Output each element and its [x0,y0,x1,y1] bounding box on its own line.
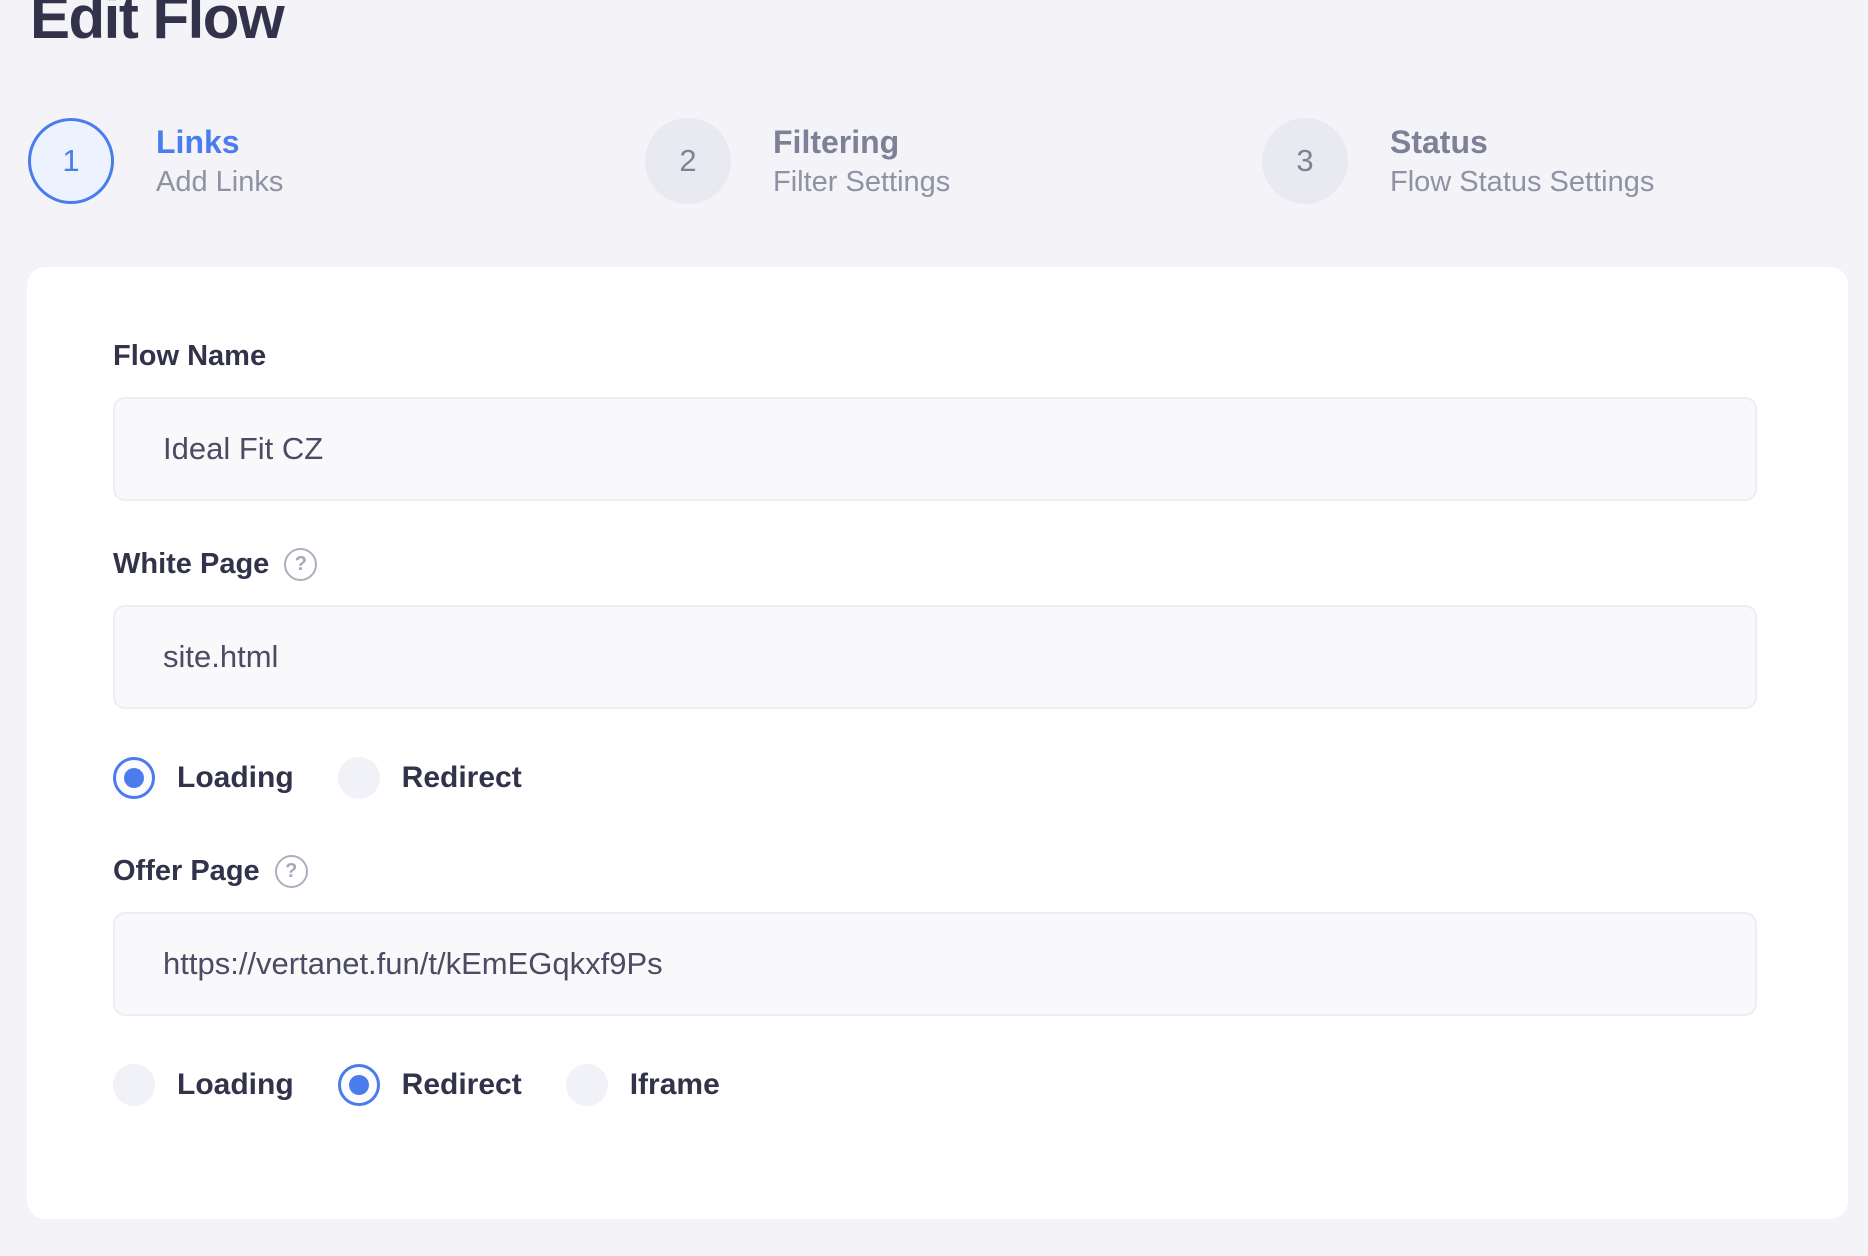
help-icon[interactable]: ? [284,548,317,581]
step-text: Status Flow Status Settings [1390,124,1654,199]
radio-option-redirect[interactable]: Redirect [338,757,522,799]
offer-page-label-row: Offer Page ? [113,854,1757,888]
edit-flow-page: Edit Flow 1 Links Add Links 2 Filtering … [0,0,1868,1256]
offer-page-mode-group: Loading Redirect Iframe [113,1064,1757,1106]
radio-option-redirect[interactable]: Redirect [338,1064,522,1106]
step-text: Filtering Filter Settings [773,124,950,199]
radio-label: Loading [177,1068,294,1102]
radio-dot [349,1075,369,1095]
white-page-mode-group: Loading Redirect [113,757,1757,799]
radio-circle-icon[interactable] [566,1064,608,1106]
step-subtitle: Filter Settings [773,166,950,199]
radio-circle-selected-icon[interactable] [338,1064,380,1106]
radio-dot [124,768,144,788]
radio-circle-icon[interactable] [113,1064,155,1106]
stepper: 1 Links Add Links 2 Filtering Filter Set… [28,118,1868,204]
radio-label: Redirect [402,761,522,795]
flow-name-input[interactable] [113,397,1757,501]
radio-circle-selected-icon[interactable] [113,757,155,799]
flow-form-card: Flow Name White Page ? Loading Redirect … [27,267,1848,1219]
step-number-badge: 2 [645,118,731,204]
page-title: Edit Flow [30,0,1868,48]
radio-circle-icon[interactable] [338,757,380,799]
step-links[interactable]: 1 Links Add Links [28,118,645,204]
radio-option-iframe[interactable]: Iframe [566,1064,720,1106]
flow-name-label: Flow Name [113,339,266,373]
help-icon[interactable]: ? [275,855,308,888]
step-text: Links Add Links [156,124,283,199]
radio-label: Iframe [630,1068,720,1102]
radio-option-loading[interactable]: Loading [113,757,294,799]
flow-name-label-row: Flow Name [113,339,1757,373]
radio-option-loading[interactable]: Loading [113,1064,294,1106]
radio-label: Loading [177,761,294,795]
step-title: Links [156,124,283,160]
step-status[interactable]: 3 Status Flow Status Settings [1262,118,1868,204]
step-title: Filtering [773,124,950,160]
white-page-input[interactable] [113,605,1757,709]
white-page-label: White Page [113,547,269,581]
step-filtering[interactable]: 2 Filtering Filter Settings [645,118,1262,204]
offer-page-input[interactable] [113,912,1757,1016]
step-subtitle: Flow Status Settings [1390,166,1654,199]
offer-page-label: Offer Page [113,854,260,888]
white-page-label-row: White Page ? [113,547,1757,581]
step-number-badge: 3 [1262,118,1348,204]
radio-label: Redirect [402,1068,522,1102]
step-subtitle: Add Links [156,166,283,199]
step-title: Status [1390,124,1654,160]
step-number-badge: 1 [28,118,114,204]
